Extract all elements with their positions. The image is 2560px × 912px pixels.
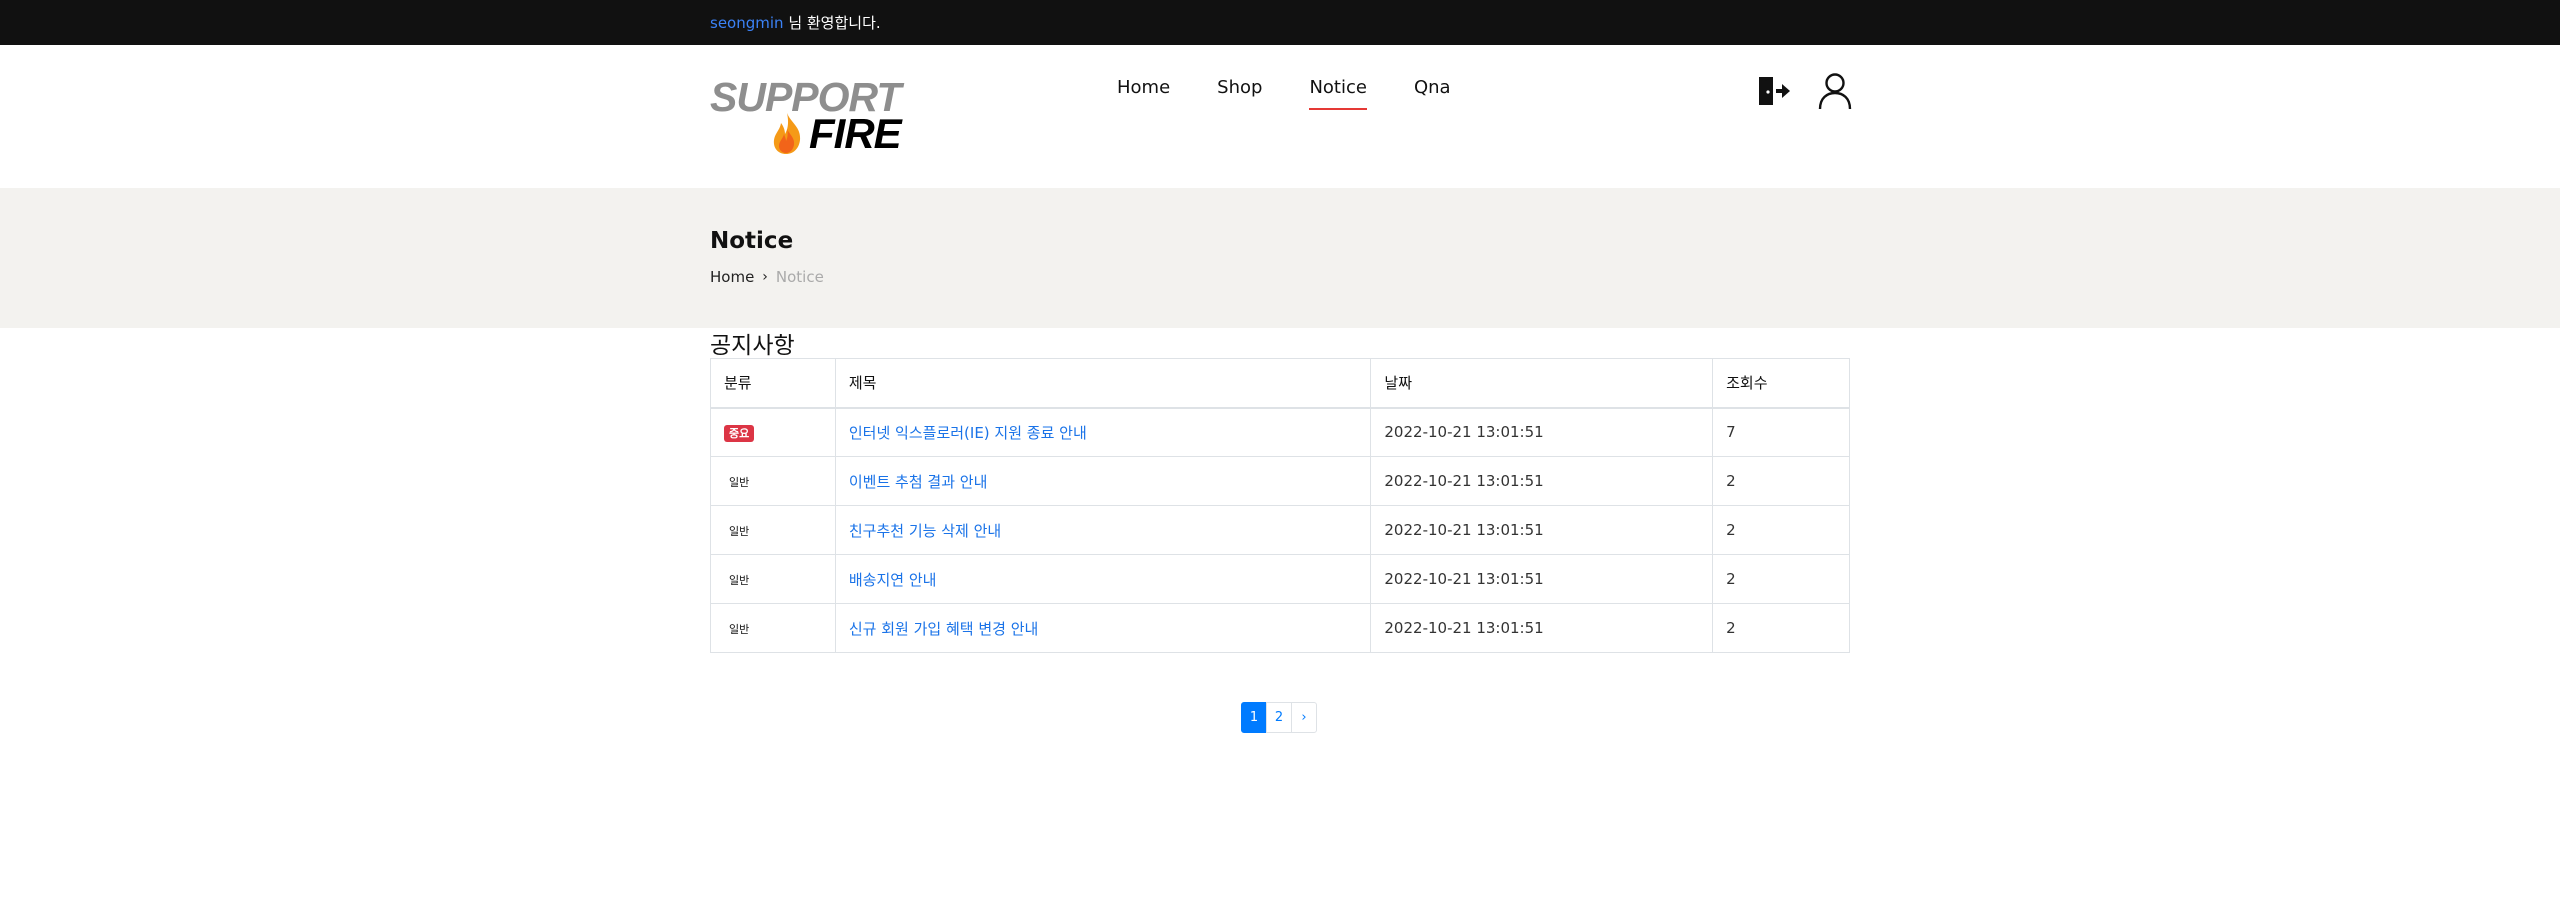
date-cell: 2022-10-21 13:01:51 [1370,505,1714,555]
column-header-views: 조회수 [1712,358,1850,409]
category-badge-important: 중요 [724,424,755,442]
table-header-row: 분류 제목 날짜 조회수 [710,358,1850,409]
notice-title-link[interactable]: 신규 회원 가입 혜택 변경 안내 [849,620,1038,638]
category-cell: 일반 [710,603,836,653]
views-cell: 7 [1712,407,1850,457]
column-header-title: 제목 [834,358,1372,409]
username-link[interactable]: seongmin [710,14,784,32]
views-cell: 2 [1712,456,1850,506]
page-banner: Notice Home › Notice [0,188,2560,328]
welcome-text: 님 환영합니다. [783,14,881,32]
views-cell: 2 [1712,505,1850,555]
logout-icon[interactable] [1757,74,1791,108]
notice-title-link[interactable]: 이벤트 추첨 결과 안내 [849,473,988,491]
flame-icon [773,113,801,154]
page-title: Notice [710,228,794,254]
nav-item-home[interactable]: Home [1117,76,1170,106]
page-button-1[interactable]: 1 [1241,702,1267,733]
column-header-category: 분류 [710,358,836,409]
category-badge-normal: 일반 [729,622,750,636]
title-cell: 이벤트 추첨 결과 안내 [834,456,1372,506]
next-page-button[interactable]: › [1291,702,1317,733]
breadcrumb: Home › Notice [710,268,824,286]
category-cell: 일반 [710,456,836,506]
views-cell: 2 [1712,603,1850,653]
title-cell: 인터넷 익스플로러(IE) 지원 종료 안내 [834,407,1372,457]
user-icon[interactable] [1818,72,1852,110]
breadcrumb-home[interactable]: Home [710,268,754,286]
welcome-message: seongmin 님 환영합니다. [710,12,881,33]
category-cell: 일반 [710,554,836,604]
nav-item-notice[interactable]: Notice [1309,76,1367,110]
views-cell: 2 [1712,554,1850,604]
category-cell: 일반 [710,505,836,555]
main-nav: Home Shop Notice Qna [1117,76,1498,110]
notice-title-link[interactable]: 친구추천 기능 삭제 안내 [849,522,1001,540]
nav-item-shop[interactable]: Shop [1217,76,1262,106]
date-cell: 2022-10-21 13:01:51 [1370,407,1714,457]
nav-item-qna[interactable]: Qna [1414,76,1451,106]
date-cell: 2022-10-21 13:01:51 [1370,603,1714,653]
section-title: 공지사항 [710,333,795,359]
notice-title-link[interactable]: 인터넷 익스플로러(IE) 지원 종료 안내 [849,424,1087,442]
column-header-date: 날짜 [1370,358,1714,409]
breadcrumb-current: Notice [775,268,824,286]
logo-text-fire: FIRE [809,110,902,157]
notice-table: 분류 제목 날짜 조회수 중요 인터넷 익스플로러(IE) 지원 종료 안내 2… [710,358,1850,653]
category-badge-normal: 일반 [729,475,750,489]
date-cell: 2022-10-21 13:01:51 [1370,554,1714,604]
title-cell: 배송지연 안내 [834,554,1372,604]
title-cell: 친구추천 기능 삭제 안내 [834,505,1372,555]
table-row: 일반 친구추천 기능 삭제 안내 2022-10-21 13:01:51 2 [710,505,1850,555]
chevron-right-icon: › [762,269,768,285]
date-cell: 2022-10-21 13:01:51 [1370,456,1714,506]
page-button-2[interactable]: 2 [1266,702,1292,733]
category-badge-normal: 일반 [729,573,750,587]
pagination: 1 2 › [1241,702,1317,733]
site-logo[interactable]: SUPPORT FIRE [710,77,910,157]
table-row: 일반 이벤트 추첨 결과 안내 2022-10-21 13:01:51 2 [710,456,1850,506]
site-header: SUPPORT FIRE Home Shop Notice Qna [0,45,2560,188]
table-row: 일반 신규 회원 가입 혜택 변경 안내 2022-10-21 13:01:51… [710,603,1850,653]
title-cell: 신규 회원 가입 혜택 변경 안내 [834,603,1372,653]
category-cell: 중요 [710,407,836,457]
table-row: 중요 인터넷 익스플로러(IE) 지원 종료 안내 2022-10-21 13:… [710,407,1850,457]
top-bar: seongmin 님 환영합니다. [0,0,2560,45]
category-badge-normal: 일반 [729,524,750,538]
table-row: 일반 배송지연 안내 2022-10-21 13:01:51 2 [710,554,1850,604]
notice-title-link[interactable]: 배송지연 안내 [849,571,937,589]
